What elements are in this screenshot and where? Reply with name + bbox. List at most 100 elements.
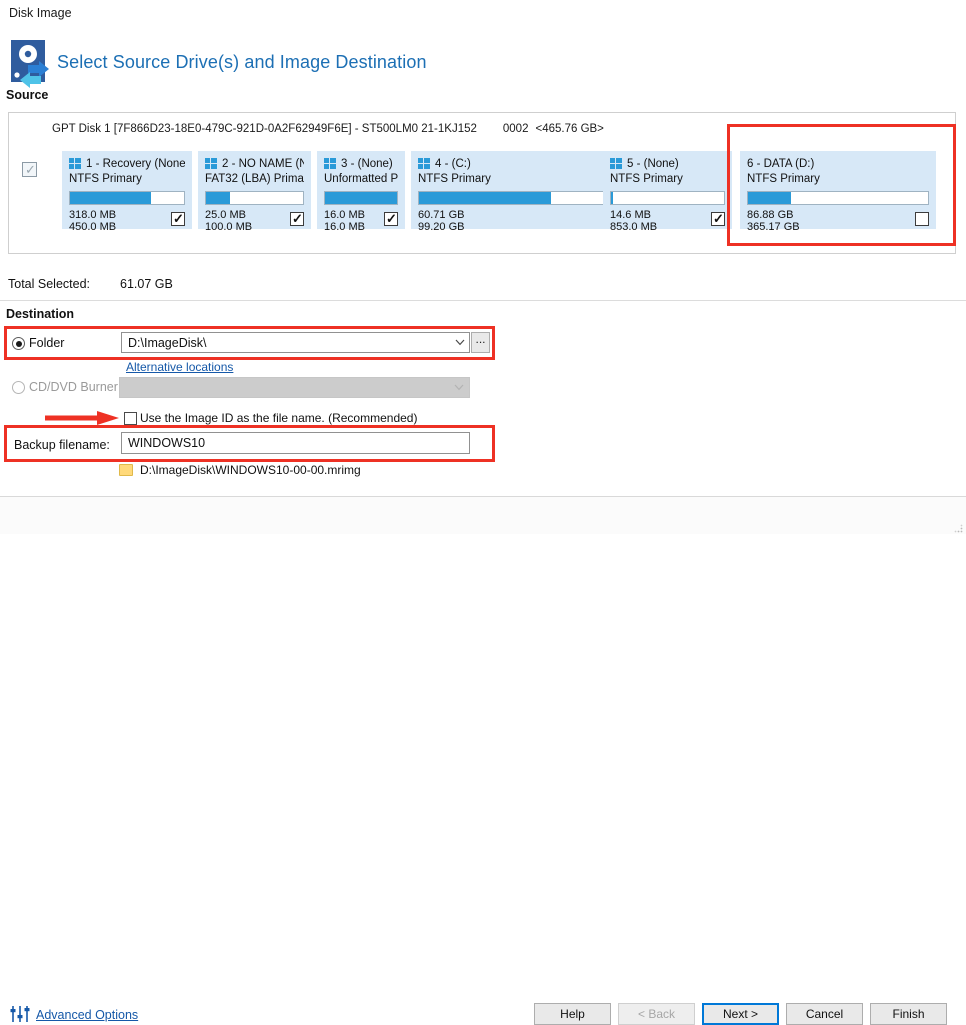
- page-title: Select Source Drive(s) and Image Destina…: [57, 52, 427, 72]
- partition-card[interactable]: 1 - Recovery (None) NTFS Primary 318.0 MB 4…: [62, 151, 192, 233]
- partition-card[interactable]: 2 - NO NAME (Non FAT32 (LBA) Primary 25.0 …: [198, 151, 311, 233]
- partition-total-size: 450.0 MB: [69, 221, 117, 233]
- use-image-id-label: Use the Image ID as the file name. (Reco…: [140, 411, 418, 425]
- full-output-path: D:\ImageDisk\WINDOWS10-00-00.mrimg: [140, 463, 361, 477]
- browse-folder-button[interactable]: ...: [471, 332, 490, 353]
- finish-button[interactable]: Finish: [870, 1003, 947, 1025]
- checkmark-icon: ✓: [25, 162, 36, 177]
- partition-select-checkbox[interactable]: ✓: [384, 211, 398, 226]
- checkmark-icon: ✓: [386, 211, 397, 226]
- disk-capacity: <465.76 GB>: [535, 123, 604, 135]
- partition-sizes: 318.0 MB 450.0 MB: [69, 209, 185, 233]
- partition-usage-bar: [324, 191, 398, 205]
- total-selected-row: Total Selected: 61.07 GB: [8, 277, 173, 291]
- page-header: Select Source Drive(s) and Image Destina…: [0, 32, 966, 100]
- partition-filesystem: FAT32 (LBA) Primary: [205, 173, 304, 185]
- partition-list: 1 - Recovery (None) NTFS Primary 318.0 MB 4…: [54, 143, 947, 235]
- backup-filename-label: Backup filename:: [14, 438, 110, 452]
- partition-title-row: 1 - Recovery (None): [69, 156, 185, 171]
- partition-card[interactable]: 6 - DATA (D:) NTFS Primary 86.88 GB 365.17 …: [740, 151, 936, 233]
- back-button: < Back: [618, 1003, 695, 1025]
- partition-footer: 16.0 MB 16.0 MB ✓: [324, 209, 398, 233]
- partition-used-size: 14.6 MB: [610, 209, 651, 221]
- partition-usage-fill: [611, 192, 614, 204]
- folder-radio[interactable]: [12, 337, 25, 350]
- windows-logo-icon: [610, 157, 622, 170]
- chevron-down-icon-disabled: [454, 384, 464, 391]
- windows-logo-icon: [324, 157, 336, 170]
- folder-radio-label: Folder: [29, 336, 65, 350]
- windows-logo-icon: [69, 157, 81, 170]
- partition-filesystem: NTFS Primary: [610, 173, 683, 185]
- select-all-partitions-checkbox[interactable]: ✓: [22, 162, 37, 177]
- partition-title-row: 3 - (None): [324, 156, 398, 171]
- partition-title: 6 - DATA (D:): [747, 157, 815, 170]
- partition-title-row: 5 - (None): [610, 156, 725, 171]
- total-selected-label: Total Selected:: [8, 277, 90, 291]
- partition-used-size: 318.0 MB: [69, 209, 117, 221]
- source-disk-panel: GPT Disk 1 [7F866D23-18E0-479C-921D-0A2F…: [8, 112, 956, 254]
- partition-footer: 14.6 MB 853.0 MB ✓: [610, 209, 725, 233]
- alternative-locations-link[interactable]: Alternative locations: [126, 360, 233, 374]
- partition-title-row: 2 - NO NAME (Non: [205, 156, 304, 171]
- partition-usage-fill: [419, 192, 551, 204]
- partition-usage-fill: [748, 192, 792, 204]
- next-button[interactable]: Next >: [702, 1003, 779, 1025]
- resize-grip-icon[interactable]: [953, 522, 963, 533]
- sliders-icon[interactable]: [10, 1006, 30, 1022]
- partition-usage-fill: [325, 192, 397, 204]
- disk-image-icon: [8, 38, 54, 88]
- partition-usage-fill: [70, 192, 151, 204]
- partition-usage-bar: [747, 191, 929, 205]
- windows-logo-icon: [205, 157, 217, 170]
- partition-title: 5 - (None): [627, 157, 679, 170]
- partition-footer: 86.88 GB 365.17 GB: [747, 209, 929, 233]
- checkmark-icon: ✓: [713, 211, 724, 226]
- chevron-down-icon[interactable]: [455, 339, 465, 346]
- advanced-options-link[interactable]: Advanced Options: [36, 1008, 138, 1022]
- cd-dvd-burner-combobox: [119, 377, 470, 398]
- partition-used-size: 86.88 GB: [747, 209, 794, 221]
- divider: [0, 300, 966, 301]
- partition-filesystem: NTFS Primary: [747, 173, 820, 185]
- partition-select-checkbox[interactable]: [915, 212, 929, 226]
- partition-usage-bar: [69, 191, 185, 205]
- partition-title: 3 - (None): [341, 157, 393, 170]
- partition-select-checkbox[interactable]: ✓: [711, 211, 725, 226]
- help-button[interactable]: Help: [534, 1003, 611, 1025]
- partition-usage-bar: [610, 191, 725, 205]
- partition-footer: 318.0 MB 450.0 MB ✓: [69, 209, 185, 233]
- partition-select-checkbox[interactable]: ✓: [171, 211, 185, 226]
- folder-path-value: D:\ImageDisk\: [128, 336, 207, 350]
- checkmark-icon: ✓: [292, 211, 303, 226]
- partition-usage-bar: [205, 191, 304, 205]
- footer-bar: Advanced Options Help < Back Next > Canc…: [0, 497, 966, 1025]
- disk-revision: 0002: [502, 123, 529, 135]
- folder-path-combobox[interactable]: D:\ImageDisk\: [121, 332, 470, 353]
- partition-footer: 25.0 MB 100.0 MB ✓: [205, 209, 304, 233]
- partition-card[interactable]: 5 - (None) NTFS Primary 14.6 MB 853.0 MB ✓: [603, 151, 732, 233]
- cd-dvd-burner-radio[interactable]: [12, 381, 25, 394]
- partition-title: 2 - NO NAME (Non: [222, 157, 304, 170]
- partition-total-size: 853.0 MB: [610, 221, 658, 233]
- disk-summary-text: GPT Disk 1 [7F866D23-18E0-479C-921D-0A2F…: [52, 123, 477, 135]
- windows-logo-icon: [418, 157, 430, 170]
- partition-sizes: 86.88 GB 365.17 GB: [747, 209, 929, 233]
- backup-filename-value: WINDOWS10: [128, 436, 206, 450]
- cancel-button[interactable]: Cancel: [786, 1003, 863, 1025]
- partition-title: 4 - (C:): [435, 157, 471, 170]
- partition-sizes: 14.6 MB 853.0 MB: [610, 209, 725, 233]
- destination-section-label: Destination: [6, 307, 75, 321]
- use-image-id-checkbox[interactable]: [124, 412, 137, 425]
- folder-icon: [119, 464, 133, 476]
- partition-title-row: 6 - DATA (D:): [747, 156, 929, 171]
- annotation-arrow: [45, 410, 123, 426]
- partition-usage-fill: [206, 192, 231, 204]
- backup-filename-input[interactable]: WINDOWS10: [121, 432, 470, 454]
- partition-select-checkbox[interactable]: ✓: [290, 211, 304, 226]
- partition-filesystem: Unformatted Primary: [324, 173, 398, 185]
- checkmark-icon: ✓: [173, 211, 184, 226]
- partition-card[interactable]: 3 - (None) Unformatted Primary 16.0 MB16.0…: [317, 151, 405, 233]
- partition-filesystem: NTFS Primary: [69, 173, 142, 185]
- source-section-label: Source: [6, 88, 49, 102]
